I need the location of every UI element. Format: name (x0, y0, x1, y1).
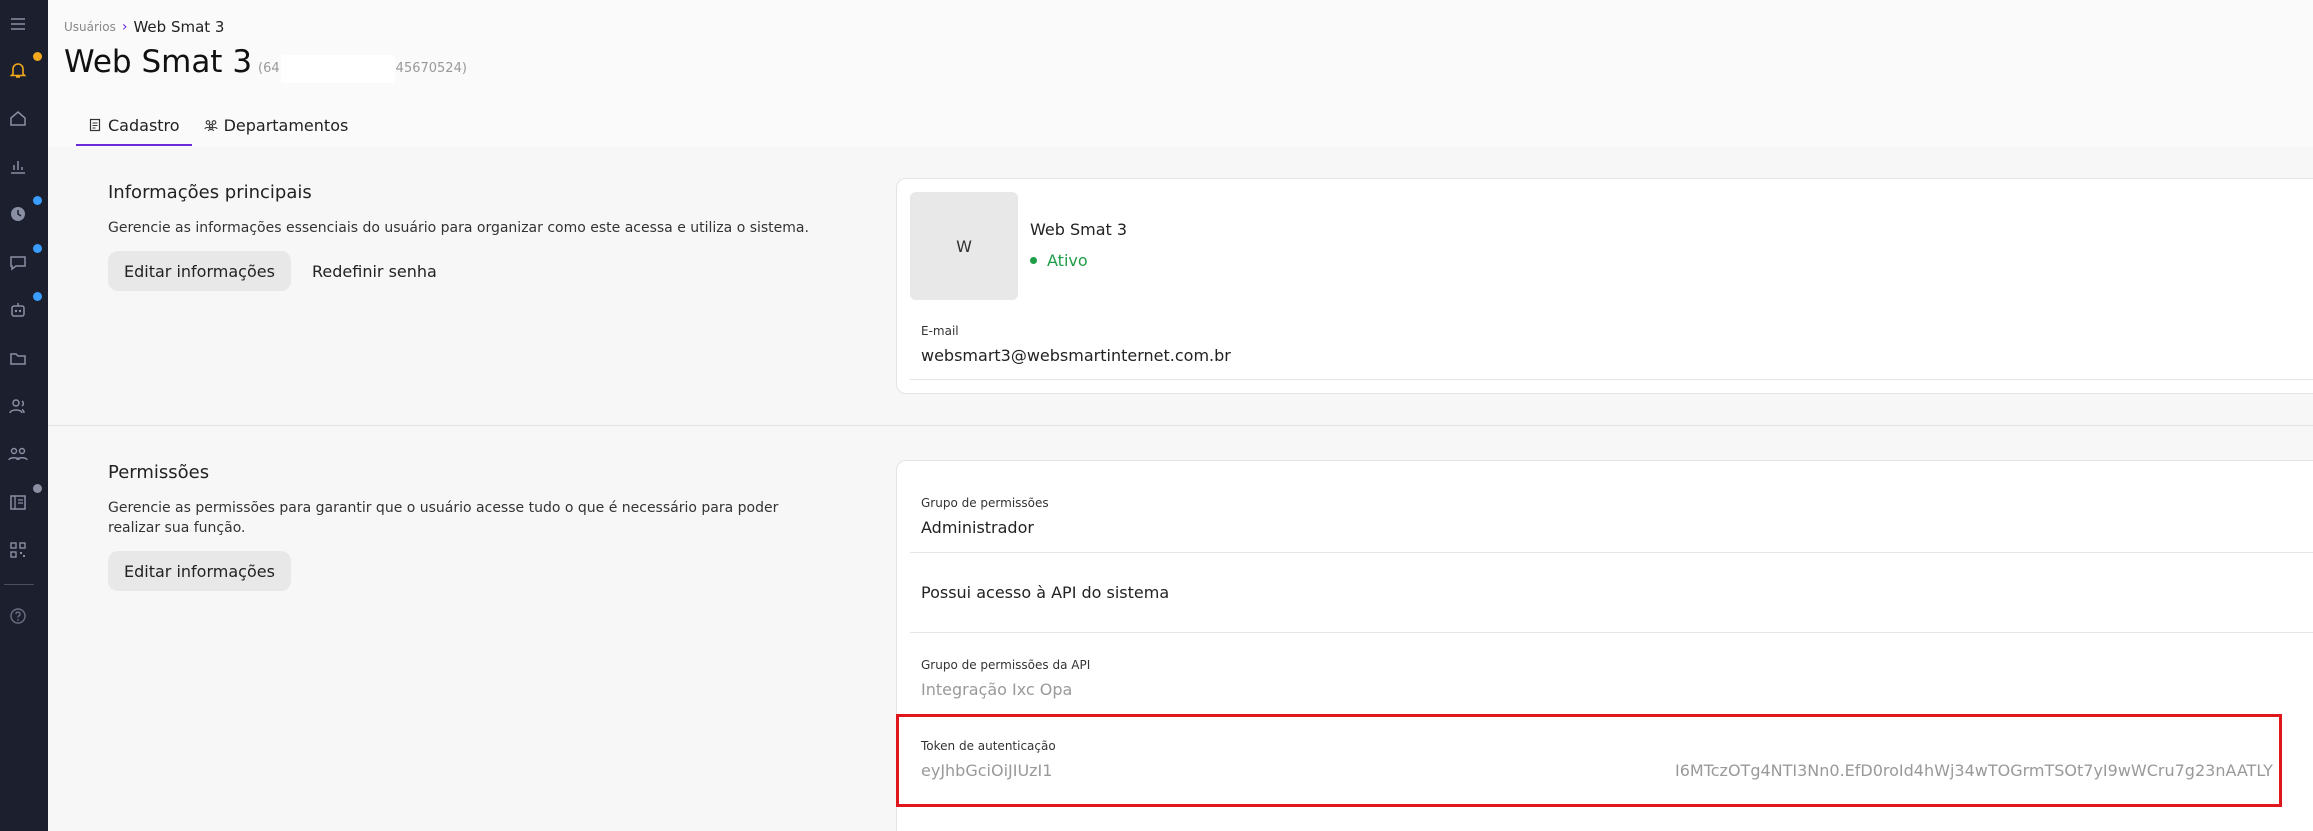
menu-icon[interactable] (6, 12, 30, 36)
help-icon[interactable] (6, 604, 30, 628)
page-title-name: Web Smat 3 (64, 44, 253, 80)
bell-icon[interactable] (6, 58, 30, 82)
breadcrumb: Usuários › Web Smat 3 (64, 18, 224, 36)
permissions-title: Permissões (108, 462, 210, 483)
permission-group-label: Grupo de permissões (921, 496, 1049, 510)
status-badge: Ativo (1030, 251, 1088, 270)
chevron-right-icon: › (121, 19, 128, 35)
chart-icon[interactable] (6, 154, 30, 178)
clock-badge (33, 196, 42, 205)
contacts-book-icon[interactable] (6, 490, 30, 514)
sidebar (0, 0, 48, 831)
chat-badge (33, 244, 42, 253)
api-access-underline (910, 632, 2313, 633)
status-label: Ativo (1047, 251, 1088, 270)
main-info-title: Informações principais (108, 182, 312, 203)
tab-cadastro-label: Cadastro (108, 115, 180, 135)
tab-departamentos[interactable]: Departamentos (192, 104, 361, 146)
breadcrumb-parent[interactable]: Usuários (64, 20, 116, 34)
permission-group-underline (910, 552, 2313, 553)
tabs: Cadastro Departamentos (76, 104, 360, 146)
page-title: Web Smat 3 (64 45670524) (64, 44, 467, 83)
main-info-description: Gerencie as informações essenciais do us… (108, 220, 809, 236)
team-icon[interactable] (6, 442, 30, 466)
user-id-suffix: 45670524) (395, 61, 467, 76)
avatar-initial: W (956, 236, 972, 256)
contacts-badge (33, 484, 42, 493)
app-root: Usuários › Web Smat 3 Web Smat 3 (64 456… (0, 0, 2313, 831)
redacted-block (280, 54, 395, 83)
api-group-value: Integração Ixc Opa (921, 680, 1073, 699)
tab-cadastro[interactable]: Cadastro (76, 104, 192, 146)
user-name: Web Smat 3 (1030, 220, 1128, 239)
robot-icon[interactable] (6, 298, 30, 322)
tab-departamentos-label: Departamentos (223, 115, 349, 135)
permissions-description: Gerencie as permissões para garantir que… (108, 500, 779, 536)
status-dot-icon (1030, 257, 1037, 264)
home-icon[interactable] (6, 106, 30, 130)
email-label: E-mail (921, 324, 959, 338)
robot-badge (33, 292, 42, 301)
edit-info-button[interactable]: Editar informações (108, 251, 291, 291)
permission-group-value: Administrador (921, 518, 1034, 537)
edit-permissions-button[interactable]: Editar informações (108, 551, 291, 591)
api-group-label: Grupo de permissões da API (921, 658, 1091, 672)
api-access-label: Possui acesso à API do sistema (921, 583, 1170, 602)
document-icon (89, 118, 101, 132)
qr-code-icon[interactable] (6, 538, 30, 562)
users-group-icon (204, 120, 218, 132)
folder-icon[interactable] (6, 346, 30, 370)
notification-badge (33, 52, 42, 61)
user-id-prefix: (64 (258, 61, 280, 76)
email-value: websmart3@websmartinternet.com.br (921, 346, 1231, 365)
user-id: (64 45670524) (258, 54, 467, 83)
sidebar-divider (4, 584, 34, 585)
token-highlight-box (896, 714, 2282, 807)
chat-icon[interactable] (6, 250, 30, 274)
breadcrumb-current: Web Smat 3 (133, 18, 225, 36)
email-underline (910, 379, 2313, 380)
section-divider (48, 425, 2313, 426)
clock-icon[interactable] (6, 202, 30, 226)
avatar: W (910, 192, 1018, 300)
user-icon[interactable] (6, 394, 30, 418)
reset-password-button[interactable]: Redefinir senha (296, 251, 453, 291)
